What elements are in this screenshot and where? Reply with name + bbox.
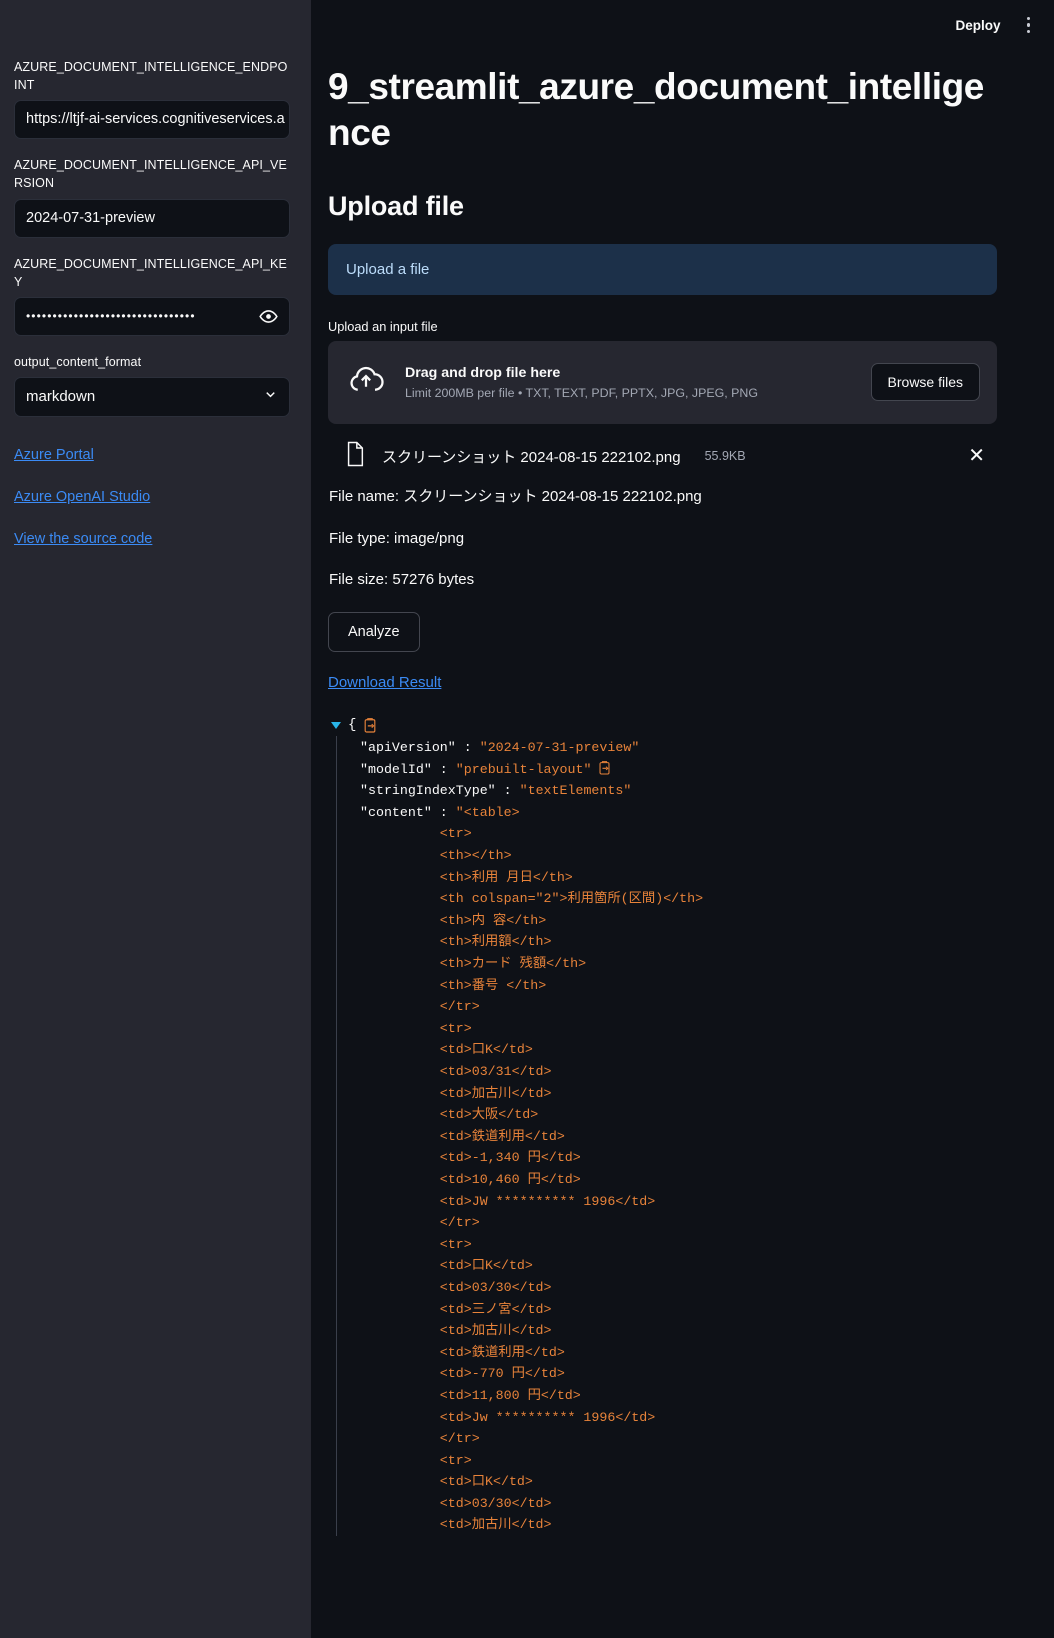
copy-icon[interactable] [363, 717, 377, 733]
file-type-line: File type: image/png [329, 529, 465, 547]
close-icon[interactable]: ✕ [960, 442, 993, 470]
json-key: "apiVersion" [360, 740, 456, 756]
link-azure-portal[interactable]: Azure Portal [14, 447, 291, 463]
api-key-input[interactable]: •••••••••••••••••••••••••••••••• [14, 296, 290, 336]
page-title: 9_streamlit_azure_document_intelligence [328, 66, 984, 154]
endpoint-label: AZURE_DOCUMENT_INTELLIGENCE_ENDPOINT [14, 60, 288, 93]
file-size-line: File size: 57276 bytes [329, 570, 475, 588]
json-value: "textElements" [519, 783, 632, 799]
download-result-link[interactable]: Download Result [328, 674, 441, 691]
json-value: "prebuilt-layout" [455, 761, 592, 777]
cloud-upload-icon [348, 362, 384, 403]
json-key: "content" [360, 804, 432, 820]
browse-files-button[interactable]: Browse files [870, 363, 980, 401]
overflow-menu-icon[interactable] [1021, 13, 1037, 38]
json-row: "modelId" : "prebuilt-layout" [360, 759, 997, 781]
json-content-value: "<table> <tr> <th></th> <th>利用 月日</th> <… [439, 804, 704, 1533]
output-format-group: output_content_format markdown [14, 353, 291, 417]
info-box-upload-a-file: Upload a file [328, 243, 997, 295]
api-key-field-group: AZURE_DOCUMENT_INTELLIGENCE_API_KEY ••••… [14, 255, 291, 336]
uploaded-file-size: 55.9KB [704, 449, 746, 463]
json-value: "2024-07-31-preview" [479, 740, 640, 756]
output-format-select[interactable]: markdown [14, 376, 290, 417]
json-root-line: { [331, 715, 997, 737]
section-title-upload-file: Upload file [328, 190, 464, 221]
json-colon: : [431, 761, 456, 777]
json-colon: : [431, 804, 456, 820]
main-content: Deploy 9_streamlit_azure_document_intell… [311, 0, 1054, 1638]
chevron-down-icon [263, 387, 278, 407]
api-key-masked-value: •••••••••••••••••••••••••••••••• [26, 308, 196, 323]
json-row: "stringIndexType" : "textElements" [360, 780, 997, 802]
json-colon: : [495, 783, 520, 799]
api-version-input[interactable]: 2024-07-31-preview [14, 198, 290, 238]
api-key-label: AZURE_DOCUMENT_INTELLIGENCE_API_KEY [14, 256, 287, 289]
link-azure-openai-studio[interactable]: Azure OpenAI Studio [14, 489, 291, 505]
dropzone-limits: Limit 200MB per file • TXT, TEXT, PDF, P… [405, 385, 758, 400]
json-row: "apiVersion" : "2024-07-31-preview" [360, 737, 997, 759]
topbar: Deploy [311, 0, 1054, 50]
analyze-button[interactable]: Analyze [328, 611, 420, 652]
json-key: "modelId" [360, 761, 432, 777]
json-result-viewer: { "apiVersion" : "2024-07-31-preview" "m… [328, 715, 997, 1537]
uploaded-file-name: スクリーンショット 2024-08-15 222102.png [382, 448, 681, 466]
uploaded-file-row: スクリーンショット 2024-08-15 222102.png 55.9KB ✕ [328, 428, 997, 485]
json-colon: : [455, 740, 480, 756]
api-version-field-group: AZURE_DOCUMENT_INTELLIGENCE_API_VERSION … [14, 156, 291, 238]
dropzone-title: Drag and drop file here [405, 364, 561, 381]
sidebar: AZURE_DOCUMENT_INTELLIGENCE_ENDPOINT htt… [0, 0, 311, 1638]
file-dropzone[interactable]: Drag and drop file here Limit 200MB per … [328, 340, 997, 424]
file-name-line: File name: スクリーンショット 2024-08-15 222102.p… [329, 487, 702, 505]
json-key: "stringIndexType" [360, 783, 496, 799]
eye-icon[interactable] [255, 303, 281, 329]
api-version-label: AZURE_DOCUMENT_INTELLIGENCE_API_VERSION [14, 158, 287, 191]
collapse-triangle-icon[interactable] [331, 721, 341, 729]
json-body: "apiVersion" : "2024-07-31-preview" "mod… [336, 736, 997, 1537]
endpoint-field-group: AZURE_DOCUMENT_INTELLIGENCE_ENDPOINT htt… [14, 58, 291, 140]
link-view-source-code[interactable]: View the source code [14, 531, 291, 547]
output-format-label: output_content_format [14, 354, 142, 369]
uploader-label: Upload an input file [328, 318, 438, 334]
json-row-content: "content" : "<table> <tr> <th></th> <th>… [360, 802, 997, 1536]
json-open-brace: { [348, 716, 357, 733]
output-format-value: markdown [26, 388, 96, 406]
file-icon [344, 441, 366, 472]
endpoint-input[interactable]: https://ltjf-ai-services.cognitiveservic… [14, 100, 290, 140]
deploy-button[interactable]: Deploy [949, 14, 1006, 37]
copy-icon[interactable] [598, 760, 611, 775]
